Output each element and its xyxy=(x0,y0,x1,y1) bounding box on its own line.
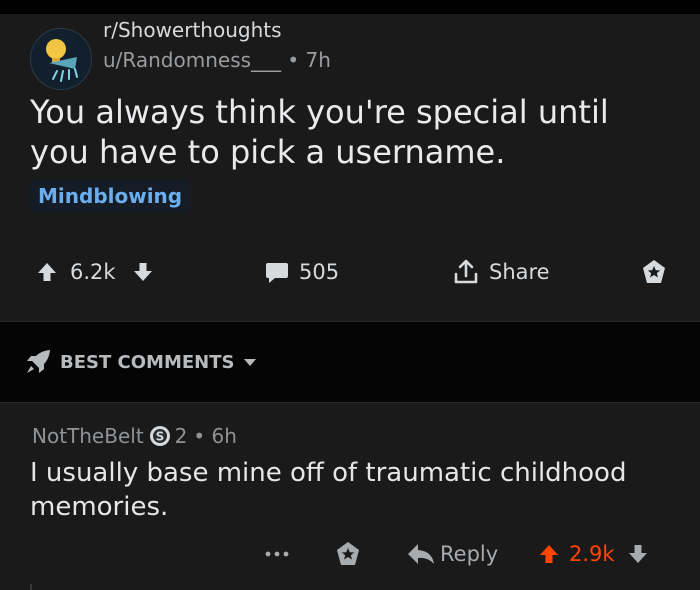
upvote-icon[interactable] xyxy=(36,261,58,283)
svg-text:S: S xyxy=(155,430,164,444)
thread-line[interactable] xyxy=(30,584,32,590)
post-score: 6.2k xyxy=(70,260,116,284)
reply-label: Reply xyxy=(440,542,499,566)
comment-author[interactable]: NotTheBelt xyxy=(32,424,144,448)
share-icon xyxy=(454,259,478,284)
award-icon xyxy=(643,260,665,283)
caret-down-icon xyxy=(244,359,257,366)
more-options-button[interactable] xyxy=(264,538,290,570)
comment-award-button[interactable] xyxy=(334,538,362,570)
share-label: Share xyxy=(489,260,550,284)
sort-label: BEST COMMENTS xyxy=(60,351,235,373)
subreddit-avatar[interactable] xyxy=(30,28,92,90)
comment-vote-group: 2.9k xyxy=(538,538,649,570)
silver-award-icon: S xyxy=(149,426,170,446)
post-vote-group: 6.2k xyxy=(36,256,154,288)
comment-count: 505 xyxy=(299,260,340,284)
comment-meta: NotTheBelt S 2 • 6h xyxy=(32,424,237,448)
comment-sort-dropdown[interactable]: BEST COMMENTS xyxy=(24,348,258,376)
rocket-icon xyxy=(27,350,50,373)
post-meta: u/Randomness___ • 7h xyxy=(103,48,331,72)
post-title[interactable]: You always think you're special until yo… xyxy=(30,92,670,172)
downvote-icon[interactable] xyxy=(132,261,154,283)
subreddit-name[interactable]: r/Showerthoughts xyxy=(103,18,282,42)
reply-button[interactable]: Reply xyxy=(406,538,498,570)
comment-age: • 6h xyxy=(193,424,237,448)
share-button[interactable]: Share xyxy=(452,256,550,288)
award-icon xyxy=(337,542,359,565)
comment-bubble-icon xyxy=(266,263,288,283)
comment-score: 2.9k xyxy=(569,542,615,566)
comment-body: I usually base mine off of traumatic chi… xyxy=(30,458,627,522)
award-button[interactable] xyxy=(640,256,668,288)
reply-arrow-icon xyxy=(408,544,434,564)
upvote-active-icon[interactable] xyxy=(538,543,560,565)
post-author[interactable]: u/Randomness___ xyxy=(103,48,281,72)
comments-button[interactable]: 505 xyxy=(264,256,339,288)
post-flair[interactable]: Mindblowing xyxy=(30,179,191,213)
award-count: 2 xyxy=(174,424,188,448)
more-dots-icon xyxy=(265,551,289,557)
downvote-icon[interactable] xyxy=(627,543,649,565)
showerhead-avatar-icon xyxy=(46,39,78,82)
top-strip xyxy=(0,0,700,14)
post-age: • 7h xyxy=(287,48,331,72)
